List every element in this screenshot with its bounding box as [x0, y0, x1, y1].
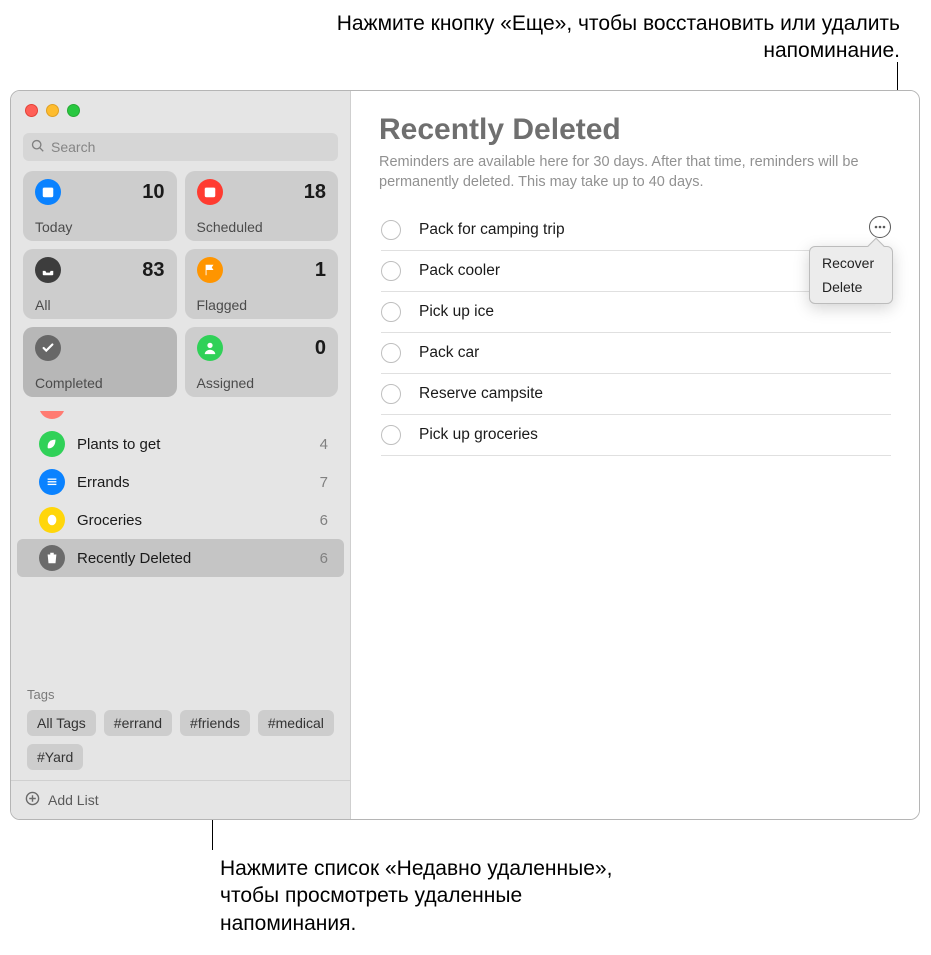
card-label: Flagged [197, 297, 327, 313]
search-icon [31, 139, 45, 156]
card-scheduled[interactable]: 18 Scheduled [185, 171, 339, 241]
person-icon [197, 335, 223, 361]
list-name: Recently Deleted [77, 550, 308, 567]
list-count: 4 [320, 436, 328, 453]
menu-delete[interactable]: Delete [810, 275, 892, 299]
list-name: Plants to get [77, 436, 308, 453]
completion-circle[interactable] [381, 261, 401, 281]
completion-circle[interactable] [381, 220, 401, 240]
window-close-button[interactable] [25, 104, 38, 117]
list-row-groceries[interactable]: Groceries 6 [17, 501, 344, 539]
search-input[interactable]: Search [23, 133, 338, 161]
card-label: Completed [35, 375, 165, 391]
window-maximize-button[interactable] [67, 104, 80, 117]
menu-recover[interactable]: Recover [810, 251, 892, 275]
card-count: 18 [304, 181, 326, 204]
leaf-icon [39, 431, 65, 457]
list-icon [39, 469, 65, 495]
card-assigned[interactable]: 0 Assigned [185, 327, 339, 397]
dot-icon [39, 411, 65, 419]
app-window: Search 10 Today 18 Scheduled 83 All 1 Flagged Co… [10, 90, 920, 820]
list-row-errands[interactable]: Errands 7 [17, 463, 344, 501]
card-all[interactable]: 83 All [23, 249, 177, 319]
callout-bottom: Нажмите список «Недавно удаленные», чтоб… [220, 855, 620, 937]
list-name: Groceries [77, 512, 308, 529]
tag-chip[interactable]: #friends [180, 710, 250, 736]
reminder-text: Pack for camping trip [419, 221, 891, 239]
card-label: Scheduled [197, 219, 327, 235]
check-icon [35, 335, 61, 361]
callout-top: Нажмите кнопку «Еще», чтобы восстановить… [300, 10, 900, 65]
page-subtitle: Reminders are available here for 30 days… [379, 153, 891, 192]
completion-circle[interactable] [381, 425, 401, 445]
reminder-text: Reserve campsite [419, 385, 891, 403]
tags-section: Tags All Tags #errand #friends #medical #Yar… [11, 677, 350, 780]
tag-chip[interactable]: All Tags [27, 710, 96, 736]
card-flagged[interactable]: 1 Flagged [185, 249, 339, 319]
card-count: 0 [315, 337, 326, 360]
card-label: All [35, 297, 165, 313]
completion-circle[interactable] [381, 384, 401, 404]
list-count: 6 [320, 512, 328, 529]
card-count: 83 [142, 259, 164, 282]
search-placeholder: Search [51, 139, 95, 155]
reminder-row[interactable]: Pick up groceries [381, 415, 891, 456]
trash-icon [39, 545, 65, 571]
tag-chip[interactable]: #errand [104, 710, 172, 736]
page-title: Recently Deleted [379, 113, 891, 147]
plus-circle-icon [25, 791, 40, 809]
sidebar: Search 10 Today 18 Scheduled 83 All 1 Flagged Co… [11, 91, 351, 819]
add-list-label: Add List [48, 792, 99, 808]
reminder-row[interactable]: Pack car [381, 333, 891, 374]
reminder-text: Pack car [419, 344, 891, 362]
lemon-icon [39, 507, 65, 533]
more-button[interactable] [869, 216, 891, 238]
calendar-icon [197, 179, 223, 205]
reminder-row[interactable]: Pack for camping tripRecoverDelete [381, 210, 891, 251]
card-today[interactable]: 10 Today [23, 171, 177, 241]
titlebar [11, 91, 350, 129]
reminder-text: Pick up groceries [419, 426, 891, 444]
list-count: 7 [320, 474, 328, 491]
context-menu: RecoverDelete [809, 246, 893, 304]
tray-icon [35, 257, 61, 283]
tag-chip[interactable]: #Yard [27, 744, 83, 770]
smart-lists-grid: 10 Today 18 Scheduled 83 All 1 Flagged Completed… [11, 171, 350, 407]
reminder-row[interactable]: Reserve campsite [381, 374, 891, 415]
reminder-list: Pack for camping tripRecoverDeletePack c… [379, 210, 891, 456]
card-completed[interactable]: Completed [23, 327, 177, 397]
list-row-plants[interactable]: Plants to get 4 [17, 425, 344, 463]
completion-circle[interactable] [381, 343, 401, 363]
list-row-partial[interactable] [17, 411, 344, 425]
card-count: 1 [315, 259, 326, 282]
list-count: 6 [320, 550, 328, 567]
tags-wrap: All Tags #errand #friends #medical #Yard [27, 710, 334, 770]
reminder-text: Pick up ice [419, 303, 891, 321]
card-label: Today [35, 219, 165, 235]
tag-chip[interactable]: #medical [258, 710, 334, 736]
card-count: 10 [142, 181, 164, 204]
list-name: Errands [77, 474, 308, 491]
tags-header: Tags [27, 687, 334, 702]
card-label: Assigned [197, 375, 327, 391]
my-lists: Plants to get4Errands7Groceries6Recently… [11, 407, 350, 677]
flag-icon [197, 257, 223, 283]
add-list-button[interactable]: Add List [11, 780, 350, 819]
completion-circle[interactable] [381, 302, 401, 322]
main-content: Recently Deleted Reminders are available… [351, 91, 919, 819]
list-row-deleted[interactable]: Recently Deleted 6 [17, 539, 344, 577]
window-minimize-button[interactable] [46, 104, 59, 117]
calendar-icon [35, 179, 61, 205]
